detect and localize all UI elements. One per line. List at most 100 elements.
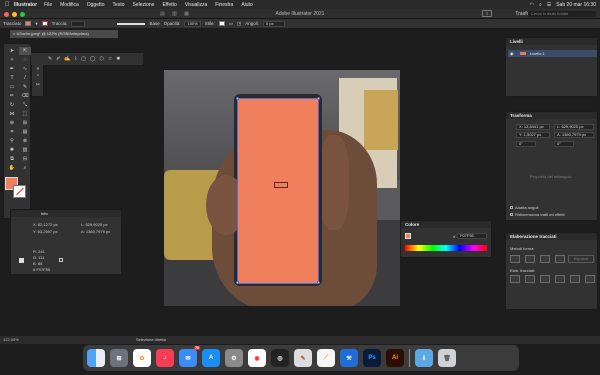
share-icon[interactable]: ⇪	[482, 10, 492, 17]
transform-x-field[interactable]: X: 12,8441 px	[516, 124, 550, 130]
minus-back-button[interactable]	[585, 275, 595, 283]
system-preferences-icon[interactable]: ⚙	[225, 349, 243, 367]
exclude-button[interactable]	[555, 255, 565, 263]
star-icon[interactable]: ☆	[108, 56, 112, 62]
symbol-sprayer-icon[interactable]: ✺	[6, 146, 18, 154]
pen-tool-icon[interactable]: ✒	[6, 65, 18, 73]
transform-shear-field[interactable]: 0°	[554, 141, 574, 147]
stroke-weight-field[interactable]	[71, 20, 86, 27]
shaper-icon[interactable]: ✍	[64, 56, 70, 62]
divide-button[interactable]	[510, 275, 520, 283]
fill-swatch[interactable]	[25, 21, 32, 26]
mesh-tool-icon[interactable]: ⌗	[6, 128, 18, 136]
menu-help[interactable]: Aiuto	[241, 2, 252, 8]
anchor-point[interactable]	[236, 97, 239, 100]
clock[interactable]: Sab 20 mar 16:30	[556, 2, 596, 8]
anchor-point[interactable]	[317, 97, 320, 100]
ellipse-icon[interactable]: ◯	[90, 56, 96, 62]
search-icon[interactable]: ⌕	[539, 2, 542, 8]
selection-tool-icon[interactable]: ➤	[6, 47, 18, 55]
menu-edit[interactable]: Modifica	[60, 2, 79, 8]
trim-button[interactable]	[525, 275, 535, 283]
current-tool-label[interactable]: Selezione diretta	[136, 336, 166, 344]
stroke-swatch[interactable]	[41, 21, 48, 26]
downloads-folder-icon[interactable]: ⇩	[415, 349, 433, 367]
pencil-icon[interactable]: ✏	[6, 92, 18, 100]
magic-wand-icon[interactable]: ✧	[6, 56, 18, 64]
menu-object[interactable]: Oggetto	[87, 2, 105, 8]
pathfinder-panel-title[interactable]: Elaborazione tracciati	[506, 233, 597, 240]
menu-view[interactable]: Visualizza	[185, 2, 207, 8]
pages-icon[interactable]: ⟋	[317, 349, 335, 367]
photos-icon[interactable]: ✿	[133, 349, 151, 367]
menu-type[interactable]: Testo	[113, 2, 125, 8]
unite-button[interactable]	[510, 255, 520, 263]
merge-button[interactable]	[540, 275, 550, 283]
transform-height-field[interactable]: A: 1360,7979 px	[554, 132, 594, 138]
perspective-grid-icon[interactable]: ⊞	[19, 119, 31, 127]
color-panel-title[interactable]: Colore	[401, 221, 491, 228]
flare-icon[interactable]: ✹	[116, 56, 120, 62]
eye-icon[interactable]: ◉	[510, 50, 514, 57]
anchor-point[interactable]	[236, 281, 239, 284]
type-tool-icon[interactable]: T	[6, 74, 18, 82]
corner-radius-field[interactable]: 0 px	[263, 20, 286, 27]
scissors-icon[interactable]: ✂	[32, 81, 44, 89]
lasso-icon[interactable]: ◌	[19, 56, 31, 64]
finder-icon[interactable]	[87, 349, 105, 367]
photoshop-icon[interactable]: Ps	[363, 349, 381, 367]
brush-icon[interactable]: ✎	[48, 56, 52, 62]
fill-stroke-control[interactable]	[5, 177, 27, 199]
graphic-style-swatch[interactable]	[218, 21, 225, 26]
transform-panel-title[interactable]: Trasforma	[506, 112, 597, 119]
zoom-tool-icon[interactable]: ⌕	[19, 164, 31, 172]
layer-name[interactable]: Livello 1	[530, 51, 545, 56]
stroke-profile-preview[interactable]	[117, 22, 146, 25]
control-center-icon[interactable]: ☰	[547, 2, 551, 8]
eraser-icon[interactable]: ⌫	[19, 92, 31, 100]
color-fill-chip[interactable]	[405, 233, 411, 239]
rotate-tool-icon[interactable]: ↻	[6, 101, 18, 109]
transform-width-field[interactable]: L: 629,9025 px	[554, 124, 594, 130]
selected-rectangle[interactable]	[237, 98, 319, 284]
outline-button[interactable]	[570, 275, 580, 283]
anchor-point[interactable]	[317, 281, 320, 284]
rectangle-tool-icon[interactable]: ▭	[6, 83, 18, 91]
shape-builder-icon[interactable]: ⊕	[6, 119, 18, 127]
expand-button[interactable]: Espandi	[568, 255, 594, 263]
menu-window[interactable]: Finestra	[215, 2, 233, 8]
paintbrush-icon[interactable]: ✎	[19, 83, 31, 91]
scale-strokes-checkbox[interactable]: Ridimensiona tratti ed effetti	[510, 212, 565, 217]
help-search-input[interactable]: Cerca in Aiuto Adobe	[528, 11, 596, 17]
polygon-icon[interactable]: ⬡	[99, 56, 103, 62]
layer-row[interactable]: ◉ Livello 1	[508, 50, 597, 57]
mail-icon[interactable]: ✉ 78	[179, 346, 200, 367]
color-hex-field[interactable]: F07F55	[457, 233, 487, 239]
stroke-style-label[interactable]: Base	[149, 21, 159, 26]
chrome-icon[interactable]: ◉	[248, 349, 266, 367]
transform-y-field[interactable]: Y: 1,5027 px	[516, 132, 550, 138]
menu-app-name[interactable]: Illustrator	[14, 2, 37, 8]
intersect-button[interactable]	[540, 255, 550, 263]
menu-effect[interactable]: Effetto	[162, 2, 176, 8]
line-tool-icon[interactable]: /	[19, 74, 31, 82]
anchor-delete-icon[interactable]: ⋄	[32, 65, 44, 73]
rounded-rect-icon[interactable]: ▢	[81, 56, 86, 62]
app-store-icon[interactable]: A	[202, 349, 220, 367]
scale-corners-checkbox[interactable]: Adatta angoli	[510, 205, 538, 210]
layers-panel-title[interactable]: Livelli	[506, 38, 597, 45]
artboard-canvas[interactable]	[164, 70, 400, 306]
width-tool-icon[interactable]: ⋈	[6, 110, 18, 118]
blob-brush-icon[interactable]: ✐	[56, 56, 60, 62]
gradient-tool-icon[interactable]: ▤	[19, 128, 31, 136]
zoom-level[interactable]: 122.05%	[3, 337, 19, 342]
preview-icon[interactable]: ✎	[294, 349, 312, 367]
free-transform-icon[interactable]: ⬚	[19, 110, 31, 118]
wifi-icon[interactable]: ◠	[530, 2, 534, 8]
trash-icon[interactable]: 🗑	[438, 349, 456, 367]
hand-tool-icon[interactable]: ✋	[6, 164, 18, 172]
info-panel-title[interactable]: Info	[11, 210, 121, 217]
curvature-tool-icon[interactable]: ∿	[19, 65, 31, 73]
opacity-field[interactable]: 100%	[184, 20, 201, 27]
music-icon[interactable]: ♪	[156, 349, 174, 367]
